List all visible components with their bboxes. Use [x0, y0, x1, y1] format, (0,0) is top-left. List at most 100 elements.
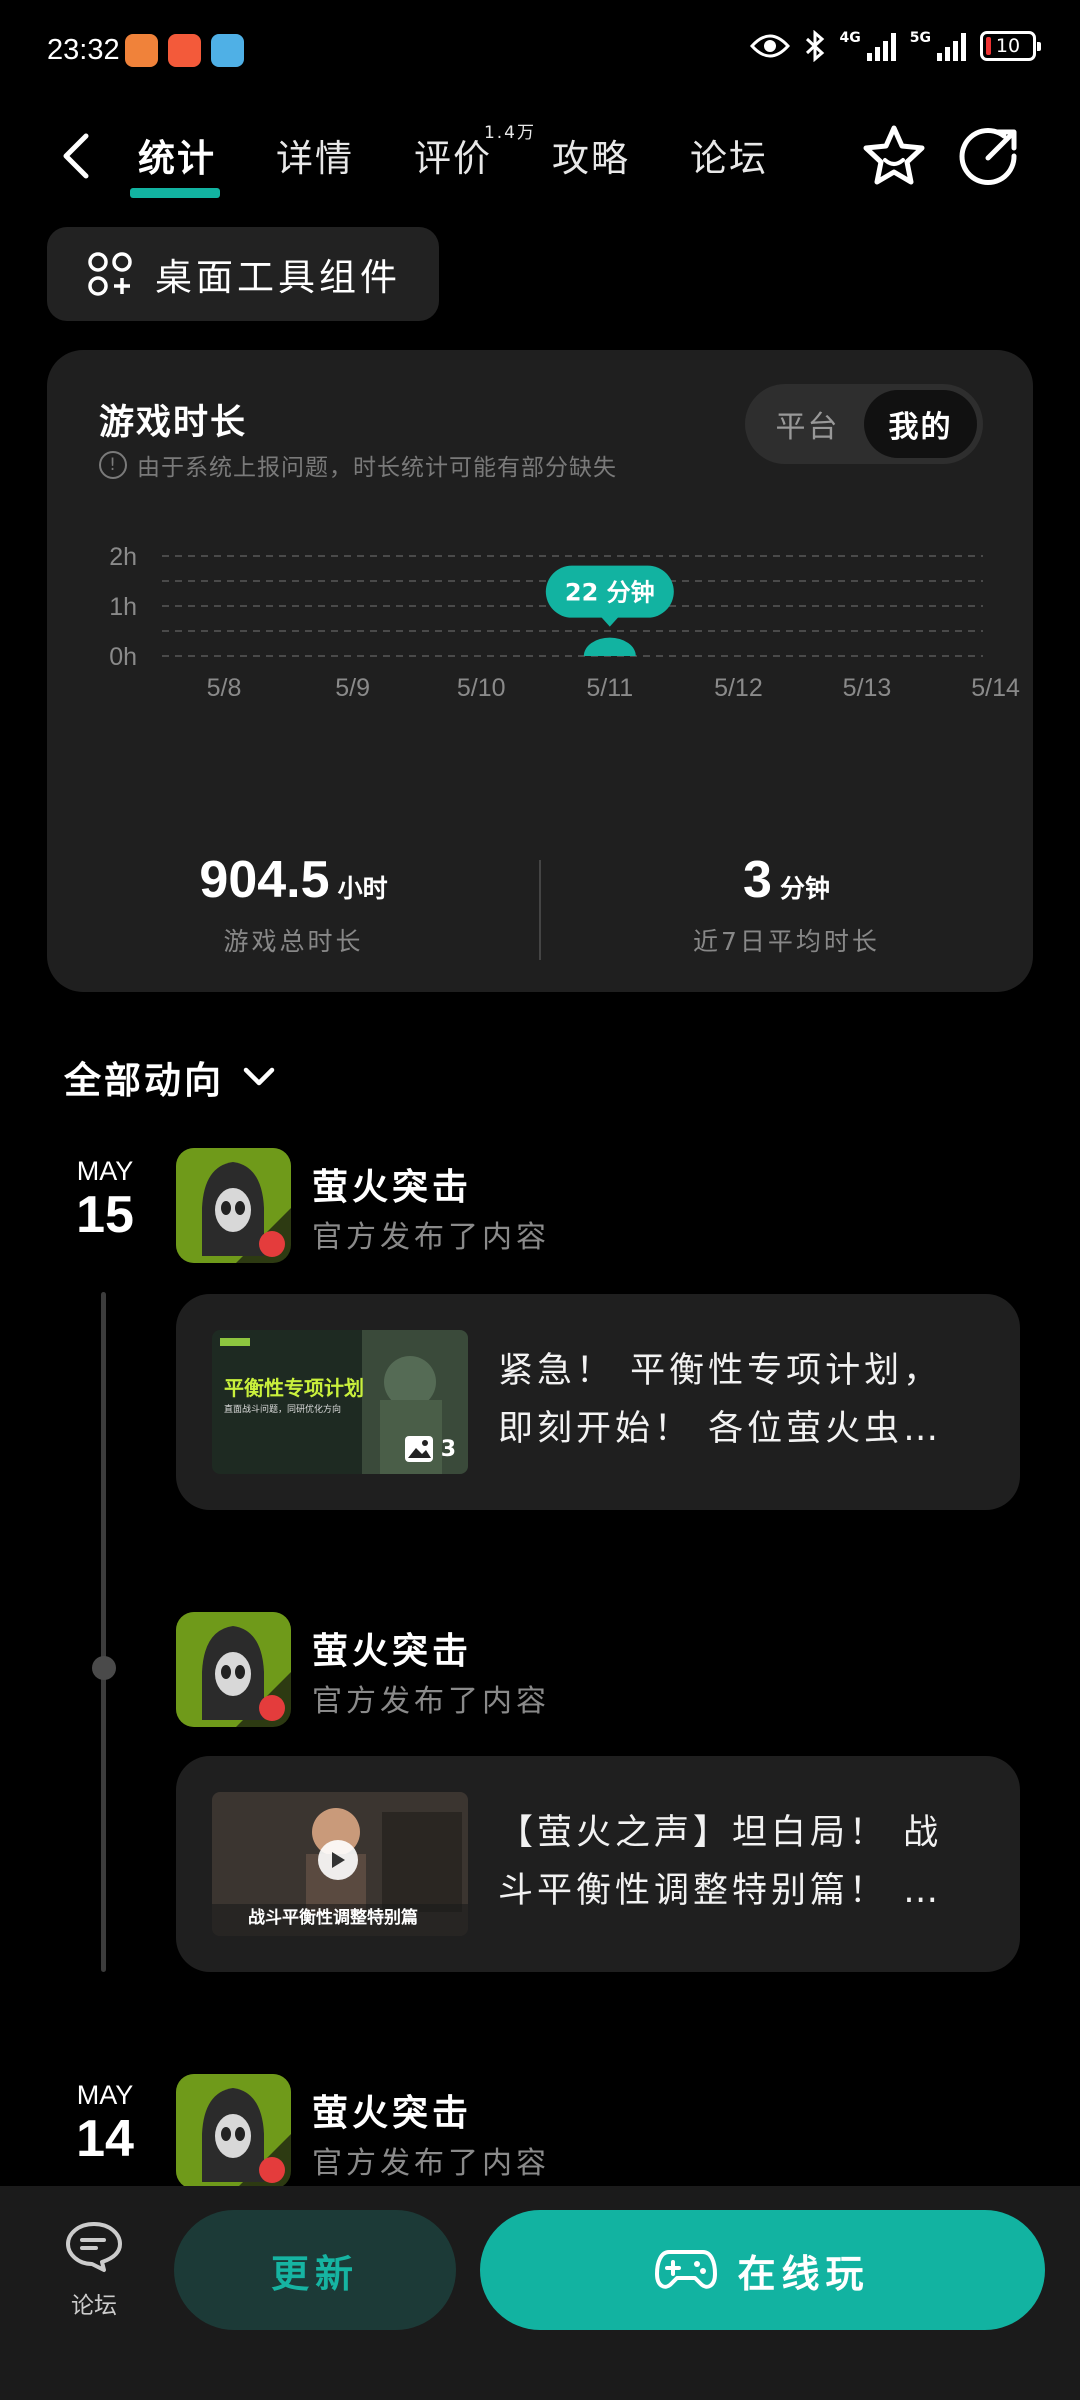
signal-icon	[866, 31, 896, 61]
battery-level-fill	[986, 37, 991, 55]
card-title: 游戏时长	[99, 403, 248, 443]
chart-tooltip-label: 22 分钟	[565, 579, 655, 607]
battery-icon: 10	[980, 31, 1041, 61]
play-online-label: 在线玩	[737, 2251, 870, 2296]
gamepad-icon	[655, 2250, 718, 2289]
favorite-star-icon[interactable]	[860, 122, 928, 190]
segment-mine[interactable]: 我的	[864, 390, 977, 458]
total-playtime-label: 游戏总时长	[223, 927, 364, 956]
app-notification-icon	[168, 34, 201, 67]
play-icon	[318, 1840, 358, 1880]
image-count: 3	[440, 1436, 456, 1462]
forum-button[interactable]: 论坛	[56, 2220, 132, 2320]
avg-playtime-stat: 3 分钟 近7日平均时长	[540, 850, 1033, 958]
x-tick-label: 5/12	[714, 674, 763, 702]
thumbnail-title: 平衡性专项计划	[224, 1376, 364, 1400]
reviews-count-badge: 1.4万	[483, 123, 536, 143]
date-month: MAY	[76, 2080, 134, 2110]
bluetooth-icon	[805, 30, 824, 62]
post-action: 官方发布了内容	[312, 1220, 550, 1255]
app-notification-icon	[125, 34, 158, 67]
post-author: 萤火突击	[312, 1631, 473, 1672]
feed-date: MAY 15	[70, 1156, 140, 1244]
segment-platform[interactable]: 平台	[751, 390, 864, 458]
forum-label: 论坛	[71, 2293, 117, 2319]
signal-icon	[937, 31, 966, 61]
avg-playtime-unit: 分钟	[779, 874, 830, 903]
date-day: 15	[76, 1186, 134, 1244]
forum-chat-icon	[66, 2222, 122, 2272]
info-icon: !	[99, 451, 127, 479]
post-card[interactable]: 平衡性专项计划 直面战斗问题，同研优化方向 3 紧急！ 平衡性专项计划，即刻开始…	[176, 1294, 1020, 1510]
tab-stats[interactable]: 统计	[130, 128, 220, 198]
thumbnail-caption: 直面战斗问题，同研优化方向	[224, 1405, 342, 1415]
status-bar: 23:32 4G 5G 10	[0, 0, 1080, 104]
post-text: 紧急！ 平衡性专项计划，即刻开始！ 各位萤火虫…	[498, 1351, 943, 1449]
feed-filter-dropdown[interactable]: 全部动向	[64, 1050, 276, 1104]
desktop-widget-button[interactable]: 桌面工具组件	[47, 227, 439, 321]
playtime-card: 游戏时长 ! 由于系统上报问题，时长统计可能有部分缺失 平台 我的 2h 1h 0h…	[47, 350, 1033, 992]
post-text: 【萤火之声】坦白局！ 战斗平衡性调整特别篇！ …	[498, 1813, 943, 1911]
avg-playtime-value: 3	[743, 851, 772, 909]
chart-bar	[583, 637, 636, 656]
widgets-icon	[88, 252, 132, 296]
book-app-icon	[211, 34, 244, 67]
thumbnail-caption: 战斗平衡性调整特别篇	[248, 1908, 418, 1928]
post-author: 萤火突击	[312, 2093, 473, 2134]
feed-filter-label: 全部动向	[64, 1059, 224, 1102]
widget-button-label: 桌面工具组件	[155, 256, 401, 299]
notification-icons	[125, 34, 244, 67]
total-playtime-unit: 小时	[337, 874, 388, 903]
eye-icon	[749, 34, 790, 58]
timeline-dot	[92, 1656, 116, 1680]
tab-reviews[interactable]: 评价 1.4万	[414, 123, 534, 182]
post-action: 官方发布了内容	[312, 1684, 550, 1719]
back-arrow-icon[interactable]	[56, 130, 96, 182]
y-tick-label: 0h	[109, 643, 137, 671]
tab-label: 论坛	[690, 137, 768, 180]
x-tick-label: 5/11	[586, 674, 633, 702]
network-type-label: 5G	[909, 30, 931, 46]
tab-label: 评价	[414, 137, 492, 180]
chevron-down-icon	[243, 1067, 275, 1086]
tab-forum[interactable]: 论坛	[690, 128, 768, 182]
tab-details[interactable]: 详情	[276, 128, 354, 182]
play-online-button[interactable]: 在线玩	[480, 2210, 1045, 2330]
image-count-badge: 3	[403, 1434, 456, 1464]
scope-segmented-control: 平台 我的	[745, 384, 983, 464]
y-tick-label: 2h	[109, 543, 137, 571]
total-playtime-value: 904.5	[199, 851, 330, 909]
chart-tooltip-pointer	[600, 616, 619, 627]
tab-label: 统计	[138, 137, 216, 180]
update-button[interactable]: 更新	[174, 2210, 456, 2330]
network-type-label: 4G	[839, 30, 861, 46]
x-tick-label: 5/8	[207, 674, 242, 702]
data-notice: ! 由于系统上报问题，时长统计可能有部分缺失	[99, 448, 617, 482]
top-nav: 统计 详情 评价 1.4万 攻略 论坛	[0, 110, 1080, 200]
tab-label: 详情	[276, 137, 354, 180]
date-day: 14	[76, 2110, 134, 2168]
feed-date: MAY 14	[70, 2080, 140, 2168]
game-avatar	[176, 2074, 291, 2189]
tab-guides[interactable]: 攻略	[552, 128, 630, 182]
status-time: 23:32	[47, 34, 120, 66]
active-tab-indicator	[130, 188, 220, 198]
battery-percent: 10	[995, 35, 1021, 57]
x-tick-label: 5/13	[843, 674, 892, 702]
post-video-thumbnail: 战斗平衡性调整特别篇	[212, 1792, 468, 1936]
timeline-line	[101, 1292, 106, 1972]
playtime-chart: 2h 1h 0h 5/8 5/9 5/10 5/11 22 分钟 5/12 5/13 5/14	[109, 543, 1020, 702]
post-author: 萤火突击	[312, 1167, 473, 1208]
y-tick-label: 1h	[109, 593, 137, 621]
post-action: 官方发布了内容	[312, 2146, 550, 2181]
x-tick-label: 5/10	[457, 674, 506, 702]
post-thumbnail: 平衡性专项计划 直面战斗问题，同研优化方向 3	[212, 1330, 468, 1474]
x-tick-label: 5/9	[335, 674, 370, 702]
total-playtime-stat: 904.5 小时 游戏总时长	[47, 850, 540, 958]
image-gallery-icon	[404, 1436, 433, 1462]
post-card[interactable]: 战斗平衡性调整特别篇 【萤火之声】坦白局！ 战斗平衡性调整特别篇！ …	[176, 1756, 1020, 1972]
game-avatar	[176, 1612, 291, 1727]
share-icon[interactable]	[958, 124, 1022, 188]
date-month: MAY	[76, 1156, 134, 1186]
avg-playtime-label: 近7日平均时长	[693, 927, 880, 956]
